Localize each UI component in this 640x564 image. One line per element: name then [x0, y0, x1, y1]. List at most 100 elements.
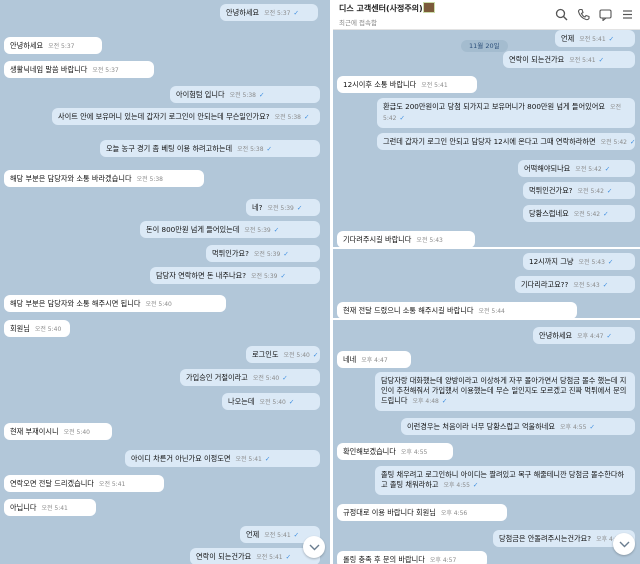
received-message[interactable]: 현재 부재이시니 오전 5:40 [4, 423, 112, 440]
scroll-down-button[interactable] [613, 533, 635, 555]
sent-message[interactable]: 가입승인 거절이라고 오전 5:40 ✓ [180, 369, 320, 386]
message-text: 안녕하세요 [539, 331, 573, 340]
sent-message[interactable]: 아이디 차른거 아닌가요 이정도면 오전 5:41 ✓ [125, 450, 320, 467]
message-text: 가입승인 거절이라고 [186, 373, 248, 382]
sent-message[interactable]: 졸팅 채우려고 로그인하니 아이디는 짤려있고 복구 해줄테니깐 당첨금 몰수한… [375, 466, 635, 495]
chevron-down-icon [309, 544, 319, 550]
message-time: 오전 5:39 [253, 251, 281, 258]
received-message[interactable]: 기다려주시길 바랍니다 오전 5:43 [337, 231, 475, 248]
message-time: 오후 4:55 [400, 449, 428, 456]
sent-message[interactable]: 환급도 200만원이고 당첨 되가지고 보유머니가 800만원 넘게 들어있어요… [377, 98, 635, 128]
sent-message[interactable]: 안녕하세요 오후 4:47 ✓ [533, 327, 635, 344]
sent-message[interactable]: 돈이 800만원 넘게 들어있는데 오전 5:39 ✓ [140, 221, 320, 238]
sent-message[interactable]: 먹튀인가요? 오전 5:39 ✓ [206, 245, 320, 262]
profile-avatar[interactable] [423, 2, 435, 13]
received-message[interactable]: 회원님 오전 5:40 [4, 320, 70, 337]
message-time: 오전 5:41 [264, 532, 291, 539]
message-text: 해당 부분은 담당자와 소통 해주시면 됩니다 [10, 299, 141, 308]
message-text: 아이험텀 입니다 [176, 90, 225, 99]
message-time: 오전 5:42 [577, 188, 604, 195]
check-icon: ✓ [264, 455, 271, 463]
message-text: 언제 [561, 34, 575, 43]
menu-icon[interactable] [621, 8, 634, 21]
received-message[interactable]: 12시이후 소통 바랍니다 오전 5:41 [337, 76, 477, 93]
message-time: 오후 4:48 [412, 398, 439, 405]
sent-message[interactable]: 연락이 되는건가요 오전 5:41 ✓ [190, 548, 320, 564]
message-time: 오전 5:38 [229, 92, 256, 99]
sent-message[interactable]: 어떡해야되나요 오전 5:42 ✓ [518, 160, 635, 177]
message-time: 오전 5:38 [237, 146, 264, 153]
message-time: 오후 4:55 [443, 482, 470, 489]
message-text: 사이트 안에 보유머니 있는데 갑자기 로그인이 안되는데 무슨일인가요? [58, 112, 270, 121]
chat-bubble-icon[interactable] [599, 8, 612, 21]
message-time: 오후 4:57 [429, 557, 457, 564]
chevron-down-icon [619, 541, 629, 547]
received-message[interactable]: 롤링 충족 후 문의 바랍니다 오후 4:57 [337, 551, 487, 564]
message-text: 안녕하세요 [226, 8, 260, 17]
received-message[interactable]: 연락오면 전달 드리겠습니다 오전 5:41 [4, 475, 164, 492]
sent-message[interactable]: 이런경우는 처음이라 너무 당황스럽고 억울하네요 오후 4:55 ✓ [401, 418, 635, 435]
phone-icon[interactable] [577, 8, 590, 21]
message-time: 오전 5:40 [283, 352, 310, 359]
received-message[interactable]: 해당 부분은 담당자와 소통 해주시면 됩니다 오전 5:40 [4, 295, 226, 312]
message-time: 오전 5:43 [416, 237, 443, 244]
message-time: 오전 5:38 [136, 176, 163, 183]
received-message[interactable]: 현재 전달 드렸으니 소통 해주시길 바랍니다 오전 5:44 [337, 302, 577, 319]
message-text: 어떡해야되나요 [524, 164, 571, 173]
search-icon[interactable] [555, 8, 568, 21]
message-text: 현재 전달 드렸으니 소통 해주시길 바랍니다 [343, 306, 474, 315]
received-message[interactable]: 규정대로 이용 바랍니다 회원님 오후 4:56 [337, 504, 507, 521]
message-time: 오전 5:41 [256, 554, 283, 561]
received-message[interactable]: 해당 부분은 담당자와 소통 바라겠습니다 오전 5:38 [4, 170, 204, 187]
chat-header: 디스 고객센터(사정주의) 최근에 접속함 [333, 0, 640, 30]
message-time: 오전 5:41 [569, 57, 596, 64]
sent-message[interactable]: 언제 오전 5:41 ✓ [555, 30, 635, 47]
sent-message[interactable]: 담당자 연락하면 돈 내주나요? 오전 5:39 ✓ [150, 267, 320, 284]
message-time: 오전 5:41 [235, 456, 262, 463]
check-icon: ✓ [606, 187, 613, 195]
check-icon: ✓ [293, 9, 299, 17]
message-time: 오전 5:43 [573, 282, 600, 289]
scroll-down-button[interactable] [303, 536, 325, 558]
message-text: 기다리라고요?? [521, 280, 569, 289]
sent-message[interactable]: 오늘 농구 경기 좀 베팅 이용 하려고하는데 오전 5:38 ✓ [100, 140, 320, 157]
left-chat-pane[interactable]: 안녕하세요 오전 5:37 ✓ 안녕하세요 오전 5:37 생활닉네임 말씀 바랍니다 오전… [0, 0, 330, 564]
sent-message[interactable]: 나오는데 오전 5:40 ✓ [222, 393, 320, 410]
sent-message[interactable]: 사이트 안에 보유머니 있는데 갑자기 로그인이 안되는데 무슨일인가요? 오전 … [52, 108, 320, 125]
message-text: 네? [252, 203, 263, 212]
check-icon: ✓ [266, 145, 272, 153]
message-time: 오전 5:41 [579, 36, 606, 43]
message-time: 오후 4:47 [577, 333, 604, 340]
sent-message[interactable]: 네? 오전 5:39 ✓ [246, 199, 320, 216]
sent-message[interactable]: 먹튀인건가요? 오전 5:42 ✓ [523, 182, 635, 199]
sent-message[interactable]: 연락이 되는건가요 오전 5:41 ✓ [503, 51, 635, 68]
sent-message[interactable]: 기다리라고요?? 오전 5:43 ✓ [515, 276, 635, 293]
message-text: 로그인도 [252, 350, 279, 359]
sent-message[interactable]: 안녕하세요 오전 5:37 ✓ [220, 4, 318, 21]
sent-message[interactable]: 당황스럽네요 오전 5:42 ✓ [523, 205, 635, 222]
message-time: 오전 5:41 [98, 481, 126, 488]
message-text: 당황스럽네요 [529, 209, 569, 218]
check-icon: ✓ [604, 165, 611, 173]
date-separator: 11월 20일 [461, 40, 508, 52]
check-icon: ✓ [607, 258, 614, 266]
message-time: 오전 5:42 [573, 211, 601, 218]
sent-message[interactable]: 로그인도 오전 5:40 ✓ [246, 346, 320, 363]
check-icon: ✓ [280, 272, 286, 280]
sent-message[interactable]: 12시까지 그냥 오전 5:43 ✓ [523, 253, 635, 270]
sent-message[interactable]: 아이험텀 입니다 오전 5:38 ✓ [170, 86, 320, 103]
received-message[interactable]: 확인해보겠습니다 오후 4:55 [337, 443, 453, 460]
message-text: 나오는데 [228, 397, 255, 406]
message-time: 오전 5:42 [600, 139, 627, 146]
message-time: 오전 5:40 [259, 399, 286, 406]
received-message[interactable]: 생활닉네임 말씀 바랍니다 오전 5:37 [4, 61, 154, 78]
check-icon: ✓ [312, 351, 319, 359]
received-message[interactable]: 네네 오후 4:47 [337, 351, 411, 368]
sent-message[interactable]: 담당자랑 대화했는데 양방이라고 이상하게 자꾸 몰아가면서 당첨금 몰수 했는… [375, 372, 635, 411]
received-message[interactable]: 아닙니다 오전 5:41 [4, 499, 96, 516]
sent-message[interactable]: 그런데 갑자기 로그인 안되고 담당자 12시에 온다고 그때 연락하라하면 오전… [377, 133, 635, 150]
right-chat-pane[interactable]: 디스 고객센터(사정주의) 최근에 접속함 11월 20일 언제 오전 5:41 ✓… [333, 0, 640, 564]
message-time: 오전 5:40 [252, 375, 280, 382]
received-message[interactable]: 안녕하세요 오전 5:37 [4, 37, 102, 54]
check-icon: ✓ [589, 423, 595, 431]
